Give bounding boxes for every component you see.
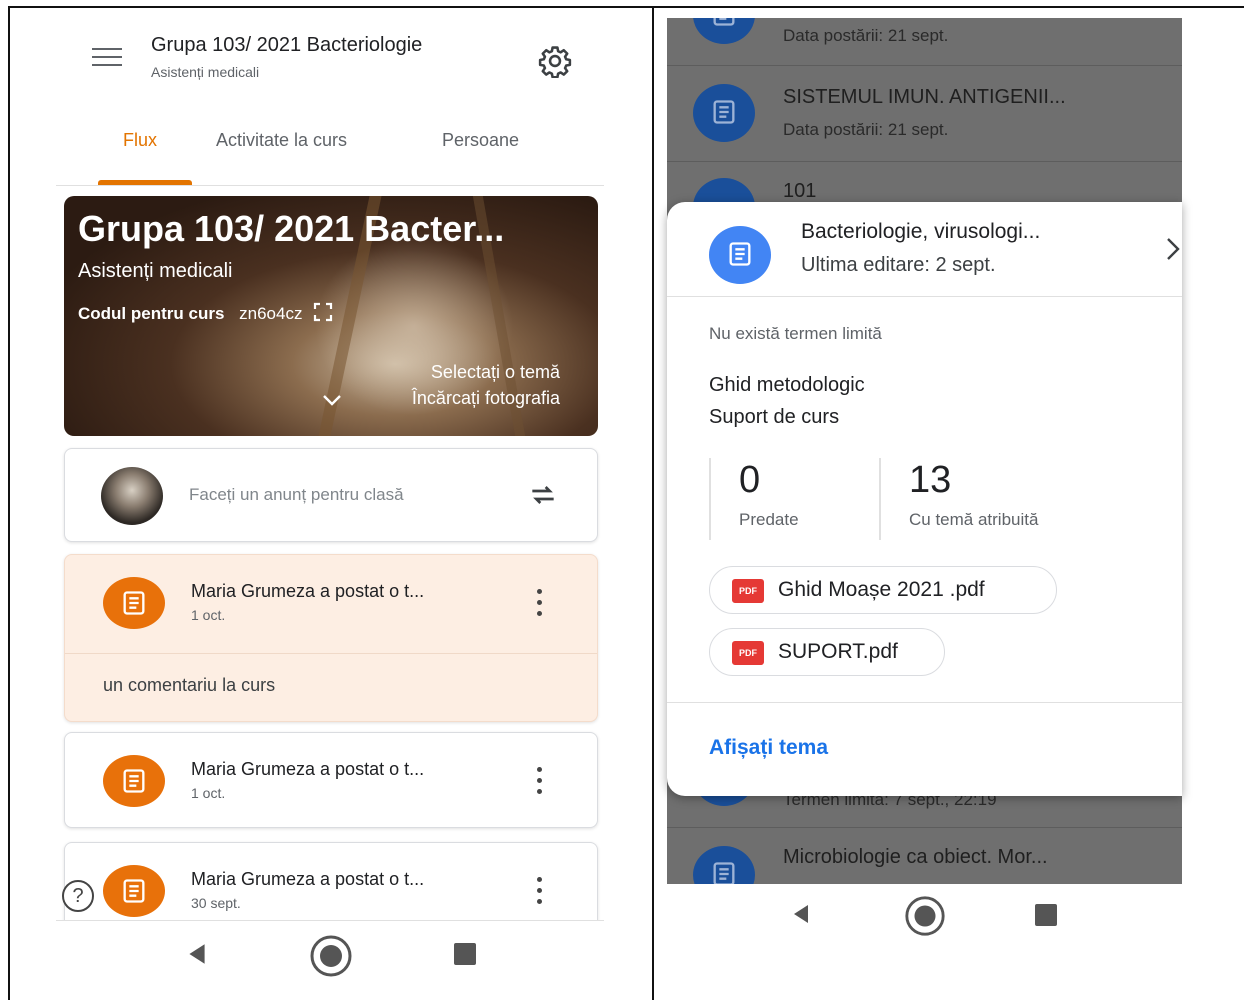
announce-card[interactable]: Faceți un anunț pentru clasă xyxy=(64,448,598,542)
system-nav-bar xyxy=(56,920,604,1000)
post-date: 30 sept. xyxy=(191,895,241,911)
description-line: Suport de curs xyxy=(709,406,840,428)
chevron-right-icon[interactable] xyxy=(1165,236,1181,262)
chevron-down-icon[interactable] xyxy=(320,392,344,408)
post-author: Maria Grumeza a postat o t... xyxy=(191,759,425,779)
left-screen: Grupa 103/ 2021 Bacteriologie Asistenți … xyxy=(56,14,604,1000)
right-screen: Data postării: 21 sept. SISTEMUL IMUN. A… xyxy=(667,18,1182,1000)
divider xyxy=(667,296,1182,297)
app-bar: Grupa 103/ 2021 Bacteriologie Asistenți … xyxy=(56,14,604,114)
menu-icon[interactable] xyxy=(92,48,122,68)
frame-divider xyxy=(652,6,654,1000)
tab-bar: Flux Activitate la curs Persoane xyxy=(56,124,604,186)
divider xyxy=(667,702,1182,703)
recents-icon[interactable] xyxy=(454,943,476,965)
post-date: 1 oct. xyxy=(191,785,226,801)
assignment-icon xyxy=(693,846,755,884)
list-item[interactable]: SISTEMUL IMUN. ANTIGENII... Data postări… xyxy=(667,66,1182,162)
class-code-value: zn6o4cz xyxy=(239,304,303,323)
stat-turned-in[interactable]: 0 Predate xyxy=(709,458,879,540)
class-code-label: Codul pentru curs xyxy=(78,304,225,323)
class-code: Codul pentru curs zn6o4cz xyxy=(78,302,333,324)
stat-assigned[interactable]: 13 Cu temă atribuită xyxy=(879,458,1119,540)
announce-placeholder[interactable]: Faceți un anunț pentru clasă xyxy=(189,485,404,505)
assignment-icon xyxy=(693,84,755,142)
avatar xyxy=(101,467,163,525)
list-item-date: Data postării: 21 sept. xyxy=(783,26,949,45)
help-icon[interactable]: ? xyxy=(62,880,94,912)
list-item-title: Microbiologie ca obiect. Mor... xyxy=(783,846,1048,868)
list-item-date: Data postării: 21 sept. xyxy=(783,120,949,139)
assignment-icon xyxy=(103,577,165,629)
attachment-name: SUPORT.pdf xyxy=(778,640,898,663)
back-icon[interactable] xyxy=(789,902,813,926)
description-line: Ghid metodologic xyxy=(709,374,865,396)
pdf-icon: PDF xyxy=(732,579,764,603)
class-banner: Grupa 103/ 2021 Bacter... Asistenți medi… xyxy=(64,196,598,436)
attachment-chip[interactable]: PDF SUPORT.pdf xyxy=(709,628,945,676)
recents-icon[interactable] xyxy=(1035,904,1057,926)
active-tab-indicator xyxy=(98,180,192,185)
home-icon[interactable] xyxy=(903,894,947,938)
list-item[interactable]: Microbiologie ca obiect. Mor... xyxy=(667,828,1182,884)
gear-icon[interactable] xyxy=(538,44,572,78)
more-vert-icon[interactable] xyxy=(535,767,543,795)
more-vert-icon[interactable] xyxy=(535,877,543,905)
repost-icon[interactable] xyxy=(527,479,559,511)
stream-post[interactable]: Maria Grumeza a postat o t... 1 oct. un … xyxy=(64,554,598,722)
pdf-icon: PDF xyxy=(732,641,764,665)
assignment-icon xyxy=(709,226,771,284)
post-author: Maria Grumeza a postat o t... xyxy=(191,581,425,601)
deadline-text: Nu există termen limită xyxy=(709,324,882,343)
stream-post[interactable]: Maria Grumeza a postat o t... 1 oct. xyxy=(64,732,598,828)
list-item-title: 101 xyxy=(783,180,817,202)
list-item[interactable]: Data postării: 21 sept. xyxy=(667,18,1182,66)
more-vert-icon[interactable] xyxy=(535,589,543,617)
post-divider xyxy=(65,653,597,654)
home-icon[interactable] xyxy=(308,933,354,979)
select-theme-link[interactable]: Selectați o temă xyxy=(431,362,560,383)
class-title: Grupa 103/ 2021 Bacteriologie xyxy=(151,34,423,56)
assignment-icon xyxy=(103,755,165,807)
assignment-title[interactable]: Bacteriologie, virusologi... xyxy=(801,220,1040,244)
back-icon[interactable] xyxy=(184,941,210,967)
tab-flux[interactable]: Flux xyxy=(123,130,157,151)
attachment-chip[interactable]: PDF Ghid Moașe 2021 .pdf xyxy=(709,566,1057,614)
assignment-icon xyxy=(103,865,165,917)
attachment-name: Ghid Moașe 2021 .pdf xyxy=(778,578,985,601)
stat-value: 13 xyxy=(909,459,952,501)
post-date: 1 oct. xyxy=(191,607,226,623)
fullscreen-icon[interactable] xyxy=(313,302,333,322)
tab-persoane[interactable]: Persoane xyxy=(442,130,519,151)
assignment-edited: Ultima editare: 2 sept. xyxy=(801,254,996,276)
banner-subtitle: Asistenți medicali xyxy=(78,260,233,282)
stat-label: Predate xyxy=(739,510,799,529)
upload-photo-link[interactable]: Încărcați fotografia xyxy=(412,388,560,409)
assignment-icon xyxy=(693,18,755,44)
system-nav-bar xyxy=(667,884,1182,954)
tab-activitate[interactable]: Activitate la curs xyxy=(216,130,347,151)
post-author: Maria Grumeza a postat o t... xyxy=(191,869,425,889)
class-subtitle: Asistenți medicali xyxy=(151,64,260,80)
stat-label: Cu temă atribuită xyxy=(909,510,1039,529)
assignment-detail-sheet: Bacteriologie, virusologi... Ultima edit… xyxy=(667,202,1182,796)
post-comment: un comentariu la curs xyxy=(103,675,276,695)
stat-value: 0 xyxy=(739,459,761,501)
list-item-title: SISTEMUL IMUN. ANTIGENII... xyxy=(783,86,1066,108)
banner-title: Grupa 103/ 2021 Bacter... xyxy=(78,208,505,249)
view-assignment-link[interactable]: Afișați tema xyxy=(709,736,828,760)
